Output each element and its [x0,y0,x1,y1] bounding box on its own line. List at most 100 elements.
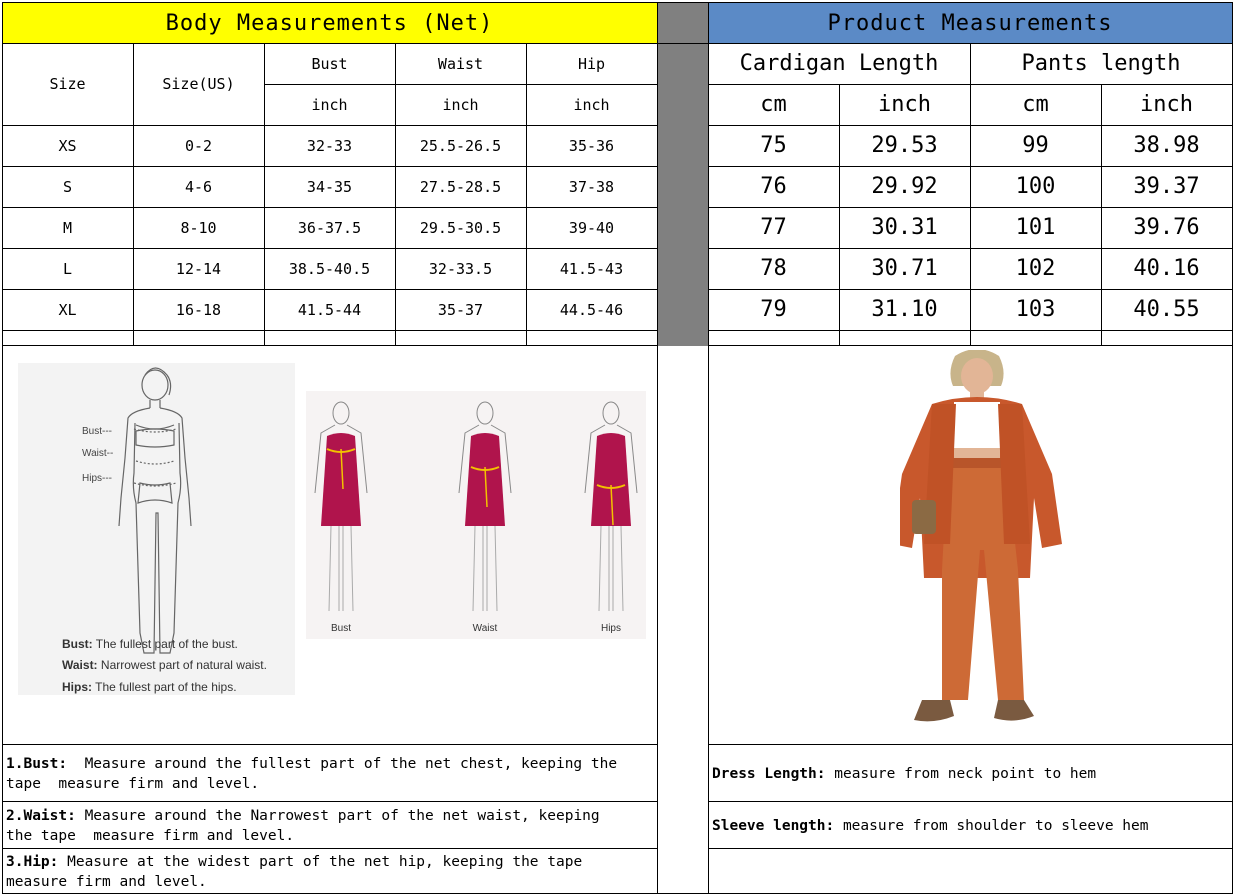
note-sleeve-length: Sleeve length: measure from shoulder to … [708,816,1232,840]
body-outline-figure: Bust--- Waist-- Hips--- Bust: The fulles… [62,367,267,694]
grid-line [2,848,657,849]
left-cell-bust: 41.5-44 [297,300,362,319]
legend-waist-term: Waist: [62,658,98,672]
note-bust: 1.Bust: Measure around the fullest part … [2,754,657,800]
product-photo [892,349,1070,742]
grid-line [708,848,1232,849]
left-cell-hip: 44.5-46 [559,300,624,319]
size-us-header: Size(US) [162,75,235,93]
left-cell-bust: 32-33 [306,136,353,155]
right-cell-cardigan-cm: 79 [760,297,787,322]
note-dress-length: Dress Length: measure from neck point to… [708,764,1232,788]
separator-column [657,3,708,346]
note-waist-term: 2.Waist: [6,808,76,824]
grid-line [2,125,657,126]
note-bust-line1: Measure around the fullest part of the n… [67,756,618,772]
bust-header: Bust [311,54,348,73]
right-cell-pants-cm: 99 [1022,133,1049,158]
right-cell-pants-cm: 101 [1015,215,1056,240]
right-cell-pants-inch: 38.98 [1133,133,1200,158]
svg-text:Waist: Narrowest part of natur: Waist: Narrowest part of natural waist. [62,658,267,672]
right-cell-cardigan-inch: 30.71 [871,256,938,281]
cardigan-cm-unit: cm [760,92,787,117]
grid-line [1101,84,1102,345]
left-cell-hip: 41.5-43 [559,259,624,278]
right-cell-pants-cm: 103 [1015,297,1056,322]
dress-figure [314,401,368,612]
left-cell-size: S [62,177,73,196]
grid-line [970,43,971,345]
grid-line [2,330,657,331]
grid-line [657,2,658,894]
note-dress-desc: measure from neck point to hem [825,766,1097,782]
left-cell-bust: 36-37.5 [297,218,362,237]
right-cell-cardigan-inch: 29.53 [871,133,938,158]
note-waist-line1: Measure around the Narrowest part of the… [75,808,600,824]
figure-label-hips: Hips [601,623,621,634]
right-cell-pants-inch: 39.76 [1133,215,1200,240]
left-cell-waist: 25.5-26.5 [419,136,502,155]
figure-label-waist: Waist [473,623,498,634]
grid-line [708,744,1232,745]
left-cell-hip: 39-40 [568,218,615,237]
legend-bust-term: Bust: [62,637,93,651]
bust-unit: inch [311,95,348,114]
legend-bust-desc: The fullest part of the bust. [96,637,238,651]
right-cell-cardigan-cm: 76 [760,174,787,199]
legend-waist-desc: Narrowest part of natural waist. [101,658,267,672]
grid-line [2,345,657,346]
left-cell-waist: 29.5-30.5 [419,218,502,237]
right-title: Product Measurements [827,10,1113,36]
note-hip-line2: measure firm and level. [6,874,207,890]
left-cell-hip: 37-38 [568,177,615,196]
left-cell-bust: 38.5-40.5 [288,259,371,278]
right-cell-cardigan-inch: 31.10 [871,297,938,322]
dress-figures: Bust Waist Hips [314,401,638,634]
dress-figures-panel: Bust Waist Hips [306,391,646,639]
right-cell-pants-cm: 102 [1015,256,1056,281]
note-hip-line1: Measure at the widest part of the net hi… [58,854,583,870]
left-cell-hip: 35-36 [568,136,615,155]
right-cell-cardigan-cm: 75 [760,133,787,158]
left-cell-size-us: 4-6 [184,177,213,196]
cardigan-length-header: Cardigan Length [739,51,939,76]
left-cell-size-us: 0-2 [184,136,213,155]
grid-line [264,84,657,85]
grid-line [2,248,657,249]
legend-hips-term: Hips: [62,680,92,694]
grid-line [839,84,840,345]
hip-header: Hip [577,54,606,73]
pants-cm-unit: cm [1022,92,1049,117]
left-cell-waist: 32-33.5 [428,259,493,278]
right-cell-cardigan-inch: 29.92 [871,174,938,199]
waist-header: Waist [437,54,484,73]
grid-line [2,2,1233,3]
note-sleeve-term: Sleeve length: [712,818,835,834]
figure-label-bust: Bust [331,623,351,634]
outfit-illustration [892,349,1062,722]
left-title: Body Measurements (Net) [165,10,494,36]
left-cell-size-us: 12-14 [175,259,222,278]
grid-line [2,289,657,290]
right-cell-pants-inch: 39.37 [1133,174,1200,199]
right-cell-pants-inch: 40.16 [1133,256,1200,281]
left-cell-size: M [62,218,73,237]
grid-line [708,801,1232,802]
hips-tag: Hips--- [82,473,112,484]
waist-tag: Waist-- [82,448,113,459]
left-cell-size-us: 8-10 [180,218,217,237]
grid-line [708,345,1232,346]
left-cell-bust: 34-35 [306,177,353,196]
right-cell-cardigan-cm: 78 [760,256,787,281]
legend-hips-desc: The fullest part of the hips. [95,680,236,694]
note-dress-term: Dress Length: [712,766,826,782]
grid-line [526,43,527,345]
bust-tag: Bust--- [82,426,112,437]
grid-line [264,43,265,345]
grid-line [2,166,657,167]
pants-inch-unit: inch [1140,92,1193,117]
note-sleeve-desc: measure from shoulder to sleeve hem [834,818,1149,834]
note-hip: 3.Hip: Measure at the widest part of the… [2,852,657,894]
size-header: Size [49,75,86,93]
waist-unit: inch [442,95,479,114]
